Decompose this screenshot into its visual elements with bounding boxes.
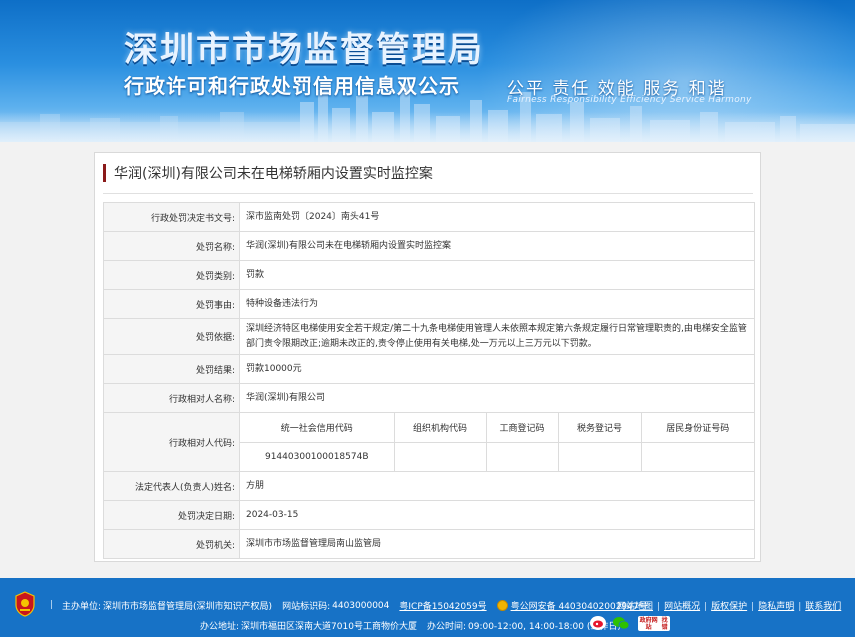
link-copyright[interactable]: 版权保护 [711,602,747,612]
footer-info-row: 主办单位: 深圳市市场监督管理局(深圳市知识产权局) 网站标识码: 440300… [62,599,648,612]
org-code-value [393,441,487,471]
row-label: 处罚结果: [103,354,240,384]
site-footer: | 主办单位: 深圳市市场监督管理局(深圳市知识产权局) 网站标识码: 4403… [0,578,855,637]
table-row: 行政相对人代码: 统一社会信用代码 组织机构代码 工商登记码 税务登记号 居民身… [103,412,755,472]
site-subtitle: 行政许可和行政处罚信用信息双公示 [124,74,460,98]
counterpart-code-cell: 统一社会信用代码 组织机构代码 工商登记码 税务登记号 居民身份证号码 9144… [239,412,755,472]
link-contact[interactable]: 联系我们 [805,602,841,612]
table-row: 行政处罚决定书文号: 深市监南处罚〔2024〕南头41号 [103,202,755,232]
row-label: 处罚名称: [103,231,240,261]
footer-separator: | [50,600,54,610]
table-row: 统一社会信用代码 组织机构代码 工商登记码 税务登记号 居民身份证号码 [240,413,754,443]
title-accent-bar [103,164,106,182]
penalty-result: 罚款10000元 [239,354,755,384]
penalty-authority: 深圳市市场监督管理局南山监管局 [239,529,755,559]
wechat-icon[interactable] [612,616,630,630]
icp-link[interactable]: 粤ICP备15042059号 [399,599,486,612]
table-row: 法定代表人(负责人)姓名: 方朋 [103,471,755,501]
gov-site-error-report-button[interactable]: 政府网站 找错 [638,616,670,631]
row-label: 处罚决定日期: [103,500,240,530]
link-site-overview[interactable]: 网站概况 [664,602,700,612]
address-label: 办公地址: [200,622,240,632]
weibo-icon[interactable] [590,616,606,630]
table-row: 处罚名称: 华润(深圳)有限公司未在电梯轿厢内设置实时监控案 [103,231,755,261]
penalty-category: 罚款 [239,260,755,290]
case-title-text: 华润(深圳)有限公司未在电梯轿厢内设置实时监控案 [114,166,433,182]
penalty-basis: 深圳经济特区电梯使用安全若干规定/第二十九条电梯使用管理人未依照本规定第六条规定… [239,318,755,355]
legal-representative: 方朋 [239,471,755,501]
sponsor-label: 主办单位: [62,602,102,612]
table-row: 处罚结果: 罚款10000元 [103,354,755,384]
table-row: 处罚依据: 深圳经济特区电梯使用安全若干规定/第二十九条电梯使用管理人未依照本规… [103,318,755,355]
table-row: 处罚事由: 特种设备违法行为 [103,289,755,319]
slogan-english: Fairness Responsibility Efficiency Servi… [507,95,752,105]
case-detail-panel: 华润(深圳)有限公司未在电梯轿厢内设置实时监控案 行政处罚决定书文号: 深市监南… [94,152,761,562]
site-title: 深圳市市场监督管理局 [124,30,484,70]
police-badge-icon [496,600,508,611]
footer-links: 网站地图 | 网站概况 | 版权保护 | 隐私声明 | 联系我们 [617,602,842,612]
gov-badge-line1: 政府网站 [639,616,658,631]
credit-code-value: 91440300100018574B [240,441,395,471]
tax-reg-value [557,441,642,471]
table-row: 91440300100018574B [240,441,754,471]
table-row: 处罚机关: 深圳市市场监督管理局南山监管局 [103,529,755,559]
business-reg-value [485,441,559,471]
site-id-label: 网站标识码: [282,602,331,612]
site-id: 4403000004 [332,600,390,611]
penalty-name: 华润(深圳)有限公司未在电梯轿厢内设置实时监控案 [239,231,755,261]
row-label: 处罚机关: [103,529,240,559]
row-label: 行政相对人名称: [103,383,240,413]
table-row: 处罚决定日期: 2024-03-15 [103,500,755,530]
hours-label: 办公时间: [426,622,466,632]
table-row: 行政相对人名称: 华润(深圳)有限公司 [103,383,755,413]
row-label: 处罚类别: [103,260,240,290]
id-card-value [640,441,754,471]
row-label: 法定代表人(负责人)姓名: [103,471,240,501]
column-header: 居民身份证号码 [640,413,754,443]
column-header: 工商登记码 [485,413,559,443]
link-privacy[interactable]: 隐私声明 [758,602,794,612]
sponsor-name: 深圳市市场监督管理局(深圳市知识产权局) [103,602,273,612]
title-divider [103,193,753,194]
link-sitemap[interactable]: 网站地图 [617,602,653,612]
row-label: 行政相对人代码: [103,412,240,472]
national-emblem-icon [15,591,35,617]
case-info-table: 行政处罚决定书文号: 深市监南处罚〔2024〕南头41号 处罚名称: 华润(深圳… [103,202,755,559]
decision-number: 深市监南处罚〔2024〕南头41号 [239,202,755,232]
gov-badge-line2: 找错 [661,616,668,631]
case-title: 华润(深圳)有限公司未在电梯轿厢内设置实时监控案 [103,163,433,183]
decision-date: 2024-03-15 [239,500,755,530]
counterpart-name: 华润(深圳)有限公司 [239,383,755,413]
column-header: 税务登记号 [557,413,642,443]
header-banner: 深圳市市场监督管理局 行政许可和行政处罚信用信息双公示 公平 责任 效能 服务 … [0,0,855,142]
column-header: 统一社会信用代码 [240,413,395,443]
column-header: 组织机构代码 [393,413,487,443]
row-label: 处罚依据: [103,318,240,355]
footer-address-row: 办公地址: 深圳市福田区深南大道7010号工商物价大厦 办公时间: 09:00-… [200,619,621,632]
penalty-reason: 特种设备违法行为 [239,289,755,319]
table-row: 处罚类别: 罚款 [103,260,755,290]
row-label: 处罚事由: [103,289,240,319]
counterpart-code-table: 统一社会信用代码 组织机构代码 工商登记码 税务登记号 居民身份证号码 9144… [240,413,754,471]
row-label: 行政处罚决定书文号: [103,202,240,232]
office-address: 深圳市福田区深南大道7010号工商物价大厦 [241,622,417,632]
header-bottom-band [0,112,855,142]
